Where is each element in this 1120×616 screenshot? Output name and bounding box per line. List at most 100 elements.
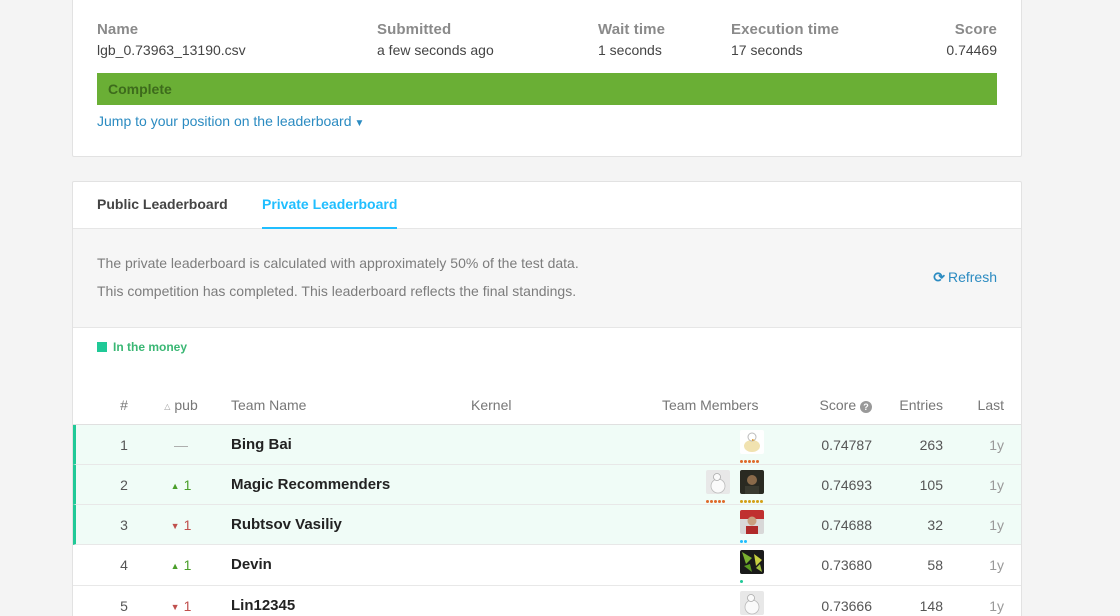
goose-avatar-icon [740,591,764,615]
name-label: Name [97,21,139,38]
submission-name-col: Name lgb_0.73963_13190.csv [97,20,246,60]
row-delta-value: 1 [183,598,192,614]
row-last: 1y [989,598,1004,614]
col-header-last[interactable]: Last [978,395,1004,425]
help-icon[interactable]: ? [860,401,872,413]
execution-time-col: Execution time 17 seconds [731,20,839,60]
row-entries: 105 [919,477,943,493]
submission-details: Name lgb_0.73963_13190.csv Submitted a f… [97,20,997,60]
avatar[interactable] [706,470,732,503]
row-last: 1y [989,437,1004,453]
goose-avatar-icon [740,430,764,454]
col-header-team[interactable]: Team Name [231,395,306,425]
row-score: 0.74688 [821,517,872,533]
row-entries: 263 [919,437,943,453]
tier-dots [740,576,766,583]
row-delta: ▼ 1 [159,505,203,545]
down-triangle-icon: ▼ [170,521,180,531]
money-legend-label: In the money [113,340,188,354]
col-header-score-label: Score [819,397,857,413]
row-delta-value: 1 [183,477,192,493]
pattern-avatar-icon [740,550,764,574]
delta-triangle-icon: △ [164,402,171,411]
tier-dots [740,456,766,463]
team-members [736,430,766,463]
row-last: 1y [989,477,1004,493]
tier-dots [706,496,732,503]
row-team-name[interactable]: Magic Recommenders [231,465,390,505]
up-triangle-icon: ▲ [170,561,180,571]
row-score: 0.73666 [821,598,872,614]
team-members [736,591,766,616]
row-score: 0.74693 [821,477,872,493]
caret-down-icon: ▼ [354,118,365,129]
row-delta: ▼ 1 [159,586,203,616]
submission-card: Name lgb_0.73963_13190.csv Submitted a f… [72,0,1022,157]
in-the-money-legend: In the money [97,340,187,354]
col-header-entries[interactable]: Entries [899,395,943,425]
score-value: 0.74469 [946,42,997,58]
row-entries: 32 [927,517,943,533]
wait-time-col: Wait time 1 seconds [598,20,665,60]
tab-public-leaderboard[interactable]: Public Leaderboard [97,182,228,229]
row-delta: — [174,437,188,453]
col-header-members[interactable]: Team Members [662,395,758,425]
person-avatar-icon [740,510,764,534]
avatar[interactable] [740,430,766,463]
col-header-kernel[interactable]: Kernel [471,395,511,425]
row-delta-value: 1 [183,557,192,573]
row-last: 1y [989,517,1004,533]
avatar[interactable] [740,550,766,583]
row-score: 0.74787 [821,437,872,453]
col-header-pub[interactable]: △ pub [159,395,203,425]
table-row[interactable]: 3 ▼ 1 Rubtsov Vasiliy 0.74688 32 1y [73,505,1021,545]
jump-link-label: Jump to your position on the leaderboard [97,113,352,129]
submitted-value: a few seconds ago [377,42,494,58]
table-row[interactable]: 1 — Bing Bai 0.74787 263 1y [73,425,1021,465]
refresh-button[interactable]: ⟳ Refresh [933,269,997,286]
col-header-score[interactable]: Score ? [820,395,872,425]
row-team-name[interactable]: Devin [231,545,272,585]
row-last: 1y [989,557,1004,573]
avatar[interactable] [740,470,766,503]
up-triangle-icon: ▲ [170,481,180,491]
row-entries: 148 [919,598,943,614]
row-team-name[interactable]: Rubtsov Vasiliy [231,505,342,545]
leaderboard-card: Public Leaderboard Private Leaderboard T… [72,181,1022,616]
table-row[interactable]: 2 ▲ 1 Magic Recommenders 0.74693 105 1y [73,465,1021,505]
submitted-col: Submitted a few seconds ago [377,20,494,60]
score-col: Score 0.74469 [946,20,997,60]
row-score: 0.73680 [821,557,872,573]
row-entries: 58 [927,557,943,573]
execution-time-value: 17 seconds [731,42,803,58]
submitted-label: Submitted [377,21,452,38]
row-rank: 4 [120,557,128,573]
info-text-line-1: The private leaderboard is calculated wi… [97,255,579,271]
tier-dots [740,496,766,503]
down-triangle-icon: ▼ [170,602,180,612]
leaderboard-table-header: # △ pub Team Name Kernel Team Members Sco… [73,395,1021,425]
team-members [736,510,766,543]
team-members [702,470,766,503]
execution-time-label: Execution time [731,21,840,38]
row-delta-value: 1 [183,517,192,533]
tab-private-leaderboard[interactable]: Private Leaderboard [262,182,398,229]
wait-time-value: 1 seconds [598,42,662,58]
info-text-line-2: This competition has completed. This lea… [97,283,577,299]
table-row[interactable]: 4 ▲ 1 Devin 0.73680 58 1y [73,545,1021,586]
table-row[interactable]: 5 ▼ 1 Lin12345 0.73666 148 1y [73,586,1021,616]
row-rank: 1 [120,437,128,453]
avatar[interactable] [740,591,766,616]
avatar[interactable] [740,510,766,543]
col-header-pub-label: pub [174,397,198,413]
jump-to-position-link[interactable]: Jump to your position on the leaderboard… [97,113,364,129]
name-value: lgb_0.73963_13190.csv [97,42,246,58]
refresh-icon: ⟳ [933,269,945,285]
tier-dots [740,536,766,543]
goose-avatar-icon [706,470,731,494]
row-rank: 5 [120,598,128,614]
row-team-name[interactable]: Lin12345 [231,586,295,616]
col-header-rank[interactable]: # [109,395,139,425]
team-members [736,550,766,583]
row-team-name[interactable]: Bing Bai [231,425,292,465]
